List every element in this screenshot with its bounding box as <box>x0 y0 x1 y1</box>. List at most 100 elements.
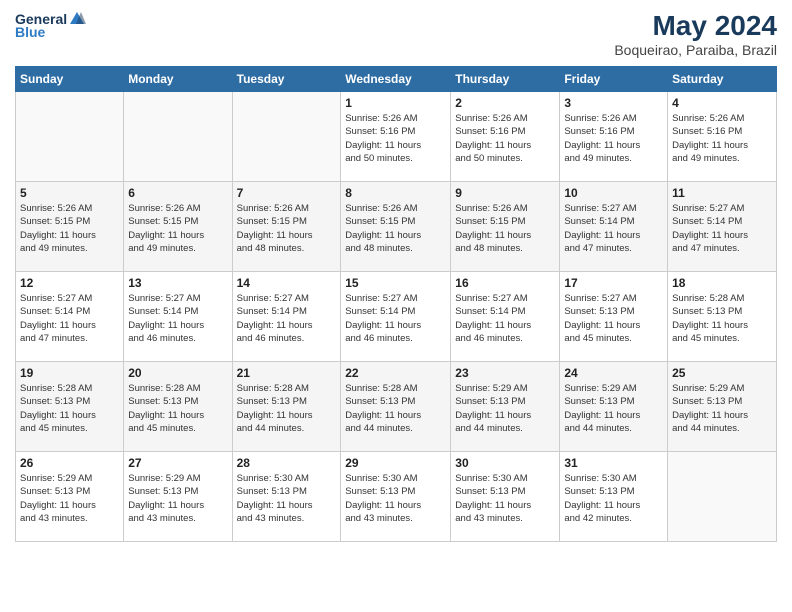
day-info: Sunrise: 5:26 AMSunset: 5:16 PMDaylight:… <box>345 112 446 165</box>
calendar-cell: 19 Sunrise: 5:28 AMSunset: 5:13 PMDayligh… <box>16 362 124 452</box>
day-info: Sunrise: 5:29 AMSunset: 5:13 PMDaylight:… <box>564 382 663 435</box>
col-tuesday: Tuesday <box>232 67 341 92</box>
day-number: 18 <box>672 276 772 290</box>
main-title: May 2024 <box>614 10 777 42</box>
calendar-cell <box>124 92 232 182</box>
day-info: Sunrise: 5:29 AMSunset: 5:13 PMDaylight:… <box>128 472 227 525</box>
day-number: 10 <box>564 186 663 200</box>
day-number: 21 <box>237 366 337 380</box>
logo-icon <box>68 10 86 28</box>
day-number: 9 <box>455 186 555 200</box>
calendar-cell: 4 Sunrise: 5:26 AMSunset: 5:16 PMDaylight… <box>668 92 777 182</box>
day-number: 26 <box>20 456 119 470</box>
calendar-cell: 14 Sunrise: 5:27 AMSunset: 5:14 PMDayligh… <box>232 272 341 362</box>
calendar-cell <box>232 92 341 182</box>
day-info: Sunrise: 5:27 AMSunset: 5:14 PMDaylight:… <box>564 202 663 255</box>
calendar-cell: 16Sunrise: 5:27 AMSunset: 5:14 PMDayligh… <box>451 272 560 362</box>
day-number: 2 <box>455 96 555 110</box>
calendar-header-row: Sunday Monday Tuesday Wednesday Thursday… <box>16 67 777 92</box>
day-number: 14 <box>237 276 337 290</box>
calendar-cell: 21 Sunrise: 5:28 AMSunset: 5:13 PMDayligh… <box>232 362 341 452</box>
calendar-cell: 15 Sunrise: 5:27 AMSunset: 5:14 PMDayligh… <box>341 272 451 362</box>
calendar-cell: 7 Sunrise: 5:26 AMSunset: 5:15 PMDaylight… <box>232 182 341 272</box>
calendar-cell: 18 Sunrise: 5:28 AMSunset: 5:13 PMDayligh… <box>668 272 777 362</box>
calendar-week-row: 26 Sunrise: 5:29 AMSunset: 5:13 PMDayligh… <box>16 452 777 542</box>
calendar-cell: 27 Sunrise: 5:29 AMSunset: 5:13 PMDayligh… <box>124 452 232 542</box>
day-number: 20 <box>128 366 227 380</box>
day-info: Sunrise: 5:28 AMSunset: 5:13 PMDaylight:… <box>672 292 772 345</box>
calendar-cell: 20 Sunrise: 5:28 AMSunset: 5:13 PMDayligh… <box>124 362 232 452</box>
day-info: Sunrise: 5:26 AMSunset: 5:15 PMDaylight:… <box>128 202 227 255</box>
day-info: Sunrise: 5:26 AMSunset: 5:15 PMDaylight:… <box>237 202 337 255</box>
col-wednesday: Wednesday <box>341 67 451 92</box>
calendar-week-row: 12Sunrise: 5:27 AMSunset: 5:14 PMDayligh… <box>16 272 777 362</box>
day-number: 16 <box>455 276 555 290</box>
calendar-cell: 26 Sunrise: 5:29 AMSunset: 5:13 PMDayligh… <box>16 452 124 542</box>
calendar-table: Sunday Monday Tuesday Wednesday Thursday… <box>15 66 777 542</box>
logo: General Blue <box>15 10 86 40</box>
col-saturday: Saturday <box>668 67 777 92</box>
day-number: 3 <box>564 96 663 110</box>
calendar-cell: 3 Sunrise: 5:26 AMSunset: 5:16 PMDaylight… <box>560 92 668 182</box>
day-number: 24 <box>564 366 663 380</box>
day-number: 22 <box>345 366 446 380</box>
day-number: 1 <box>345 96 446 110</box>
day-info: Sunrise: 5:28 AMSunset: 5:13 PMDaylight:… <box>345 382 446 435</box>
day-info: Sunrise: 5:26 AMSunset: 5:16 PMDaylight:… <box>672 112 772 165</box>
day-info: Sunrise: 5:26 AMSunset: 5:16 PMDaylight:… <box>564 112 663 165</box>
col-thursday: Thursday <box>451 67 560 92</box>
calendar-week-row: 5 Sunrise: 5:26 AMSunset: 5:15 PMDaylight… <box>16 182 777 272</box>
day-info: Sunrise: 5:28 AMSunset: 5:13 PMDaylight:… <box>20 382 119 435</box>
day-number: 15 <box>345 276 446 290</box>
day-number: 7 <box>237 186 337 200</box>
day-number: 17 <box>564 276 663 290</box>
calendar-cell: 30 Sunrise: 5:30 AMSunset: 5:13 PMDayligh… <box>451 452 560 542</box>
logo-blue-text: Blue <box>15 24 45 40</box>
day-number: 6 <box>128 186 227 200</box>
title-section: May 2024 Boqueirao, Paraiba, Brazil <box>614 10 777 58</box>
day-number: 31 <box>564 456 663 470</box>
calendar-cell: 31Sunrise: 5:30 AMSunset: 5:13 PMDayligh… <box>560 452 668 542</box>
calendar-cell: 5 Sunrise: 5:26 AMSunset: 5:15 PMDaylight… <box>16 182 124 272</box>
day-number: 11 <box>672 186 772 200</box>
day-number: 5 <box>20 186 119 200</box>
day-info: Sunrise: 5:27 AMSunset: 5:14 PMDaylight:… <box>345 292 446 345</box>
calendar-cell <box>668 452 777 542</box>
calendar-cell: 13 Sunrise: 5:27 AMSunset: 5:14 PMDayligh… <box>124 272 232 362</box>
calendar-cell: 10 Sunrise: 5:27 AMSunset: 5:14 PMDayligh… <box>560 182 668 272</box>
calendar-cell: 8 Sunrise: 5:26 AMSunset: 5:15 PMDaylight… <box>341 182 451 272</box>
day-number: 27 <box>128 456 227 470</box>
day-info: Sunrise: 5:28 AMSunset: 5:13 PMDaylight:… <box>237 382 337 435</box>
calendar-cell: 25Sunrise: 5:29 AMSunset: 5:13 PMDayligh… <box>668 362 777 452</box>
calendar-cell: 23Sunrise: 5:29 AMSunset: 5:13 PMDayligh… <box>451 362 560 452</box>
day-info: Sunrise: 5:30 AMSunset: 5:13 PMDaylight:… <box>455 472 555 525</box>
day-info: Sunrise: 5:30 AMSunset: 5:13 PMDaylight:… <box>345 472 446 525</box>
calendar-week-row: 1 Sunrise: 5:26 AMSunset: 5:16 PMDaylight… <box>16 92 777 182</box>
day-info: Sunrise: 5:27 AMSunset: 5:14 PMDaylight:… <box>20 292 119 345</box>
day-info: Sunrise: 5:29 AMSunset: 5:13 PMDaylight:… <box>455 382 555 435</box>
day-number: 19 <box>20 366 119 380</box>
day-number: 4 <box>672 96 772 110</box>
day-number: 8 <box>345 186 446 200</box>
day-number: 13 <box>128 276 227 290</box>
col-monday: Monday <box>124 67 232 92</box>
day-number: 29 <box>345 456 446 470</box>
calendar-cell: 2Sunrise: 5:26 AMSunset: 5:16 PMDaylight… <box>451 92 560 182</box>
day-info: Sunrise: 5:28 AMSunset: 5:13 PMDaylight:… <box>128 382 227 435</box>
day-info: Sunrise: 5:29 AMSunset: 5:13 PMDaylight:… <box>672 382 772 435</box>
day-number: 30 <box>455 456 555 470</box>
page-container: General Blue May 2024 Boqueirao, Paraiba… <box>0 0 792 552</box>
day-info: Sunrise: 5:27 AMSunset: 5:14 PMDaylight:… <box>237 292 337 345</box>
day-info: Sunrise: 5:27 AMSunset: 5:14 PMDaylight:… <box>128 292 227 345</box>
day-info: Sunrise: 5:26 AMSunset: 5:15 PMDaylight:… <box>345 202 446 255</box>
calendar-cell: 6 Sunrise: 5:26 AMSunset: 5:15 PMDaylight… <box>124 182 232 272</box>
calendar-cell: 17 Sunrise: 5:27 AMSunset: 5:13 PMDayligh… <box>560 272 668 362</box>
day-info: Sunrise: 5:27 AMSunset: 5:13 PMDaylight:… <box>564 292 663 345</box>
calendar-cell: 1 Sunrise: 5:26 AMSunset: 5:16 PMDaylight… <box>341 92 451 182</box>
calendar-cell: 29 Sunrise: 5:30 AMSunset: 5:13 PMDayligh… <box>341 452 451 542</box>
day-info: Sunrise: 5:29 AMSunset: 5:13 PMDaylight:… <box>20 472 119 525</box>
col-sunday: Sunday <box>16 67 124 92</box>
calendar-cell: 11Sunrise: 5:27 AMSunset: 5:14 PMDayligh… <box>668 182 777 272</box>
day-info: Sunrise: 5:26 AMSunset: 5:15 PMDaylight:… <box>20 202 119 255</box>
calendar-cell <box>16 92 124 182</box>
